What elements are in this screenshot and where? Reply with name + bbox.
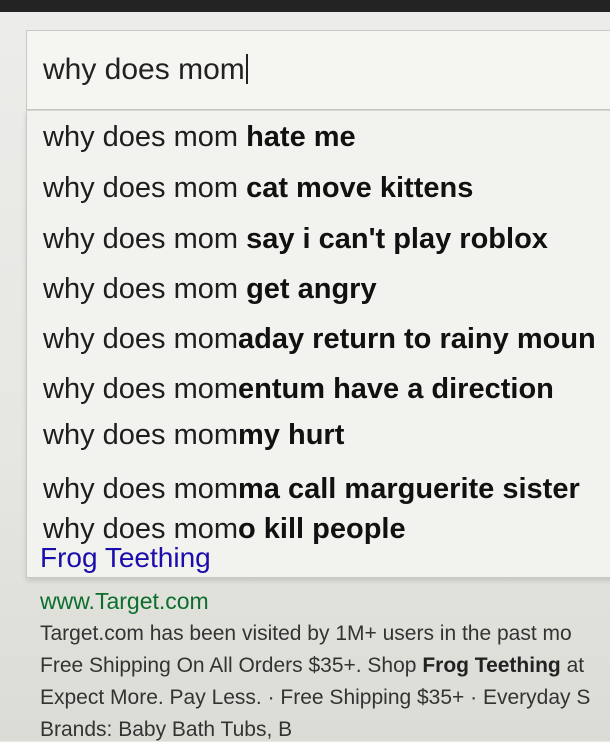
search-query-text: why does mom bbox=[43, 53, 245, 86]
suggestion-item[interactable]: why does momaday return to rainy moun bbox=[43, 323, 596, 356]
suggestion-item[interactable]: why does mom get angry bbox=[43, 273, 377, 306]
suggestion-item[interactable]: why does mom cat move kittens bbox=[43, 172, 473, 205]
suggestion-completion: cat move kittens bbox=[238, 172, 474, 204]
suggestion-completion: get angry bbox=[238, 273, 377, 305]
suggestion-completion: my hurt bbox=[238, 419, 345, 451]
suggestion-item[interactable]: why does momentum have a direction bbox=[43, 373, 554, 406]
suggestion-typed: why does mom bbox=[43, 513, 239, 545]
suggestion-item[interactable]: why does mommy hurt bbox=[43, 419, 344, 452]
suggestion-typed: why does mom bbox=[43, 323, 239, 355]
result-snippet-line: Target.com has been visited by 1M+ users… bbox=[40, 622, 572, 645]
snippet-bold-text: Frog Teething bbox=[422, 654, 561, 677]
suggestion-completion: ma call marguerite sister bbox=[238, 473, 580, 505]
snippet-text: Free Shipping On All Orders $35+. Shop bbox=[40, 654, 423, 677]
suggestion-item[interactable]: why does momma call marguerite sister bbox=[43, 473, 580, 506]
result-title-link[interactable]: Frog Teething bbox=[40, 542, 211, 574]
suggestion-typed: why does mom bbox=[43, 121, 239, 153]
suggestion-typed: why does mom bbox=[43, 223, 239, 255]
suggestion-completion: say i can't play roblox bbox=[238, 223, 548, 255]
suggestion-typed: why does mom bbox=[43, 473, 239, 505]
suggestion-typed: why does mom bbox=[43, 373, 239, 405]
snippet-text: at bbox=[560, 654, 585, 677]
result-snippet-line: Free Shipping On All Orders $35+. Shop F… bbox=[40, 654, 584, 678]
suggestion-completion: entum have a direction bbox=[238, 373, 554, 405]
suggestion-completion: aday return to rainy moun bbox=[238, 323, 596, 355]
result-snippet-line: Brands: Baby Bath Tubs, B bbox=[40, 718, 293, 741]
suggestion-item[interactable]: why does mom say i can't play roblox bbox=[43, 223, 548, 256]
suggestion-completion: o kill people bbox=[238, 513, 406, 545]
autocomplete-dropdown: why does mom hate me why does mom cat mo… bbox=[26, 110, 610, 578]
suggestion-typed: why does mom bbox=[43, 419, 239, 451]
result-snippet-line: Expect More. Pay Less. · Free Shipping $… bbox=[40, 686, 591, 709]
suggestion-completion: hate me bbox=[238, 121, 356, 153]
search-box[interactable]: why does mom bbox=[26, 30, 610, 110]
suggestion-item[interactable]: why does mom hate me bbox=[43, 121, 356, 154]
search-input[interactable]: why does mom bbox=[43, 53, 248, 87]
result-url[interactable]: www.Target.com bbox=[40, 588, 209, 615]
suggestion-typed: why does mom bbox=[43, 172, 239, 204]
suggestion-typed: why does mom bbox=[43, 273, 239, 305]
text-caret bbox=[245, 54, 248, 84]
window-top-bar bbox=[0, 0, 610, 12]
